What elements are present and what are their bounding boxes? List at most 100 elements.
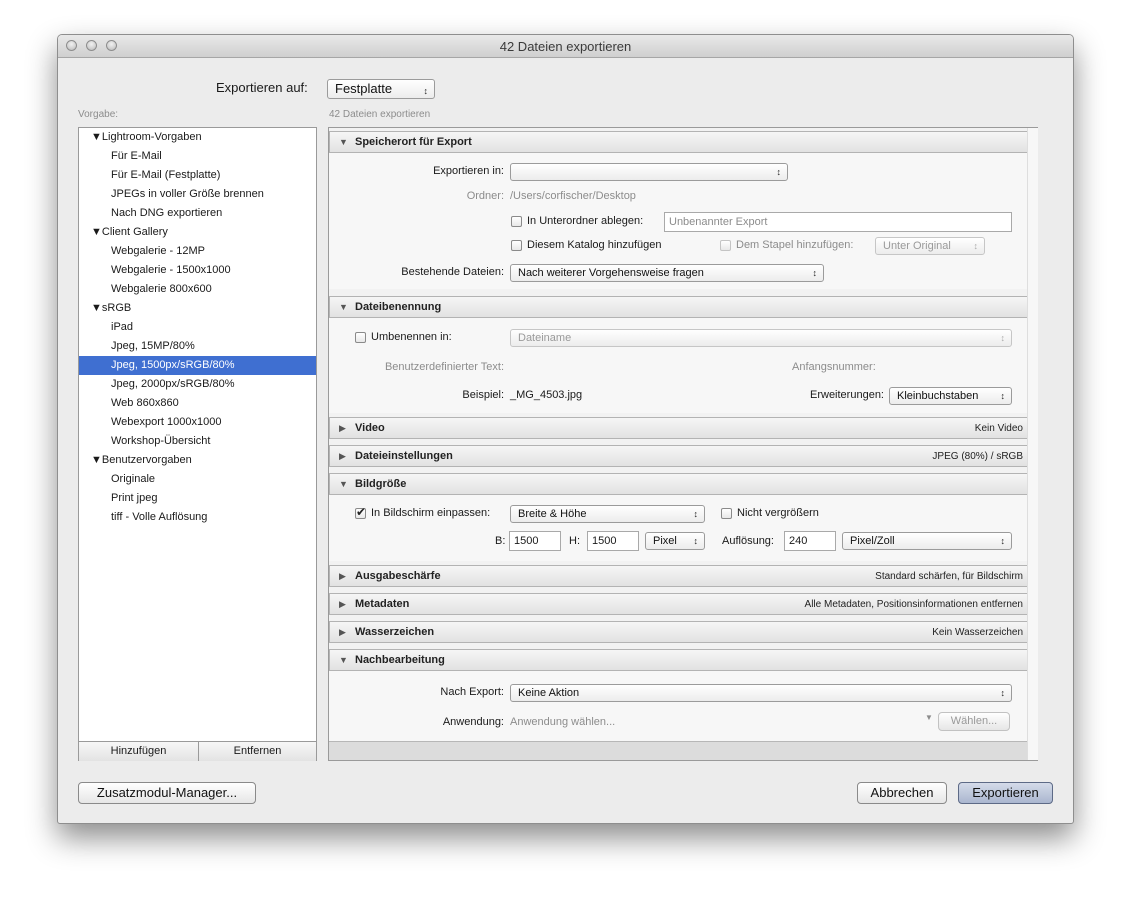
height-field[interactable]: 1500 bbox=[587, 531, 639, 551]
scrollbar-track[interactable] bbox=[1027, 128, 1038, 760]
section-header-post-processing[interactable]: ▼ Nachbearbeitung bbox=[329, 649, 1035, 671]
existing-files-select[interactable]: Nach weiterer Vorgehensweise fragen ↕ bbox=[510, 264, 824, 282]
section-header-video[interactable]: ▶ Video Kein Video bbox=[329, 417, 1035, 439]
disclosure-collapsed-icon: ▶ bbox=[339, 451, 346, 461]
preset-item[interactable]: Nach DNG exportieren bbox=[79, 204, 316, 223]
preset-item[interactable]: Workshop-Übersicht bbox=[79, 432, 316, 451]
folder-path: /Users/corfischer/Desktop bbox=[510, 190, 636, 202]
existing-files-value: Nach weiterer Vorgehensweise fragen bbox=[518, 267, 704, 279]
section-header-file-settings[interactable]: ▶ Dateieinstellungen JPEG (80%) / sRGB bbox=[329, 445, 1035, 467]
section-body-post-processing: Nach Export: Keine Aktion ↕ Anwendung: An… bbox=[329, 671, 1035, 741]
title-bar: 42 Dateien exportieren bbox=[58, 35, 1073, 58]
extensions-value: Kleinbuchstaben bbox=[897, 390, 979, 402]
preset-item[interactable]: Webgalerie - 12MP bbox=[79, 242, 316, 261]
section-summary: Kein Video bbox=[974, 423, 1023, 434]
section-header-metadata[interactable]: ▶ Metadaten Alle Metadaten, Positionsinf… bbox=[329, 593, 1035, 615]
section-summary: Kein Wasserzeichen bbox=[932, 627, 1023, 638]
window-title: 42 Dateien exportieren bbox=[499, 39, 632, 54]
preset-item[interactable]: Jpeg, 15MP/80% bbox=[79, 337, 316, 356]
disclosure-collapsed-icon: ▶ bbox=[339, 599, 346, 609]
after-export-select[interactable]: Keine Aktion ↕ bbox=[510, 684, 1012, 702]
add-to-catalog-label: Diesem Katalog hinzufügen bbox=[527, 239, 662, 251]
disclosure-expanded-icon: ▼ bbox=[339, 137, 348, 147]
no-enlarge-checkbox[interactable] bbox=[721, 508, 732, 519]
preset-item[interactable]: Jpeg, 2000px/sRGB/80% bbox=[79, 375, 316, 394]
preset-folder-srgb[interactable]: ▼sRGB bbox=[79, 299, 316, 318]
panel-label: 42 Dateien exportieren bbox=[329, 109, 431, 120]
preset-folder-client-gallery[interactable]: ▼Client Gallery bbox=[79, 223, 316, 242]
application-label: Anwendung: bbox=[442, 716, 504, 728]
width-label: B: bbox=[495, 535, 506, 547]
updown-icon: ↕ bbox=[423, 86, 429, 96]
size-unit-select[interactable]: Pixel ↕ bbox=[645, 532, 705, 550]
fit-mode-select[interactable]: Breite & Höhe ↕ bbox=[510, 505, 705, 523]
section-summary: JPEG (80%) / sRGB bbox=[932, 451, 1023, 462]
example-label: Beispiel: bbox=[462, 389, 504, 401]
section-body-image-size: ✔ In Bildschirm einpassen: Breite & Höhe… bbox=[329, 495, 1035, 561]
section-title: Video bbox=[355, 422, 385, 434]
disclosure-collapsed-icon: ▶ bbox=[339, 423, 346, 433]
preset-folder-user[interactable]: ▼Benutzervorgaben bbox=[79, 451, 316, 470]
preset-item[interactable]: Print jpeg bbox=[79, 489, 316, 508]
disclosure-expanded-icon: ▼ bbox=[339, 479, 348, 489]
subfolder-checkbox[interactable] bbox=[511, 216, 522, 227]
stack-position-select[interactable]: Unter Original ↕ bbox=[875, 237, 985, 255]
section-header-image-size[interactable]: ▼ Bildgröße bbox=[329, 473, 1035, 495]
section-header-watermark[interactable]: ▶ Wasserzeichen Kein Wasserzeichen bbox=[329, 621, 1035, 643]
export-button[interactable]: Exportieren bbox=[958, 782, 1053, 804]
cancel-button[interactable]: Abbrechen bbox=[857, 782, 947, 804]
resolution-unit-select[interactable]: Pixel/Zoll ↕ bbox=[842, 532, 1012, 550]
export-to-label: Exportieren auf: bbox=[216, 80, 308, 95]
preset-item[interactable]: Für E-Mail bbox=[79, 147, 316, 166]
extensions-select[interactable]: Kleinbuchstaben ↕ bbox=[889, 387, 1012, 405]
section-summary: Alle Metadaten, Positionsinformationen e… bbox=[804, 599, 1023, 610]
updown-icon: ↕ bbox=[693, 536, 699, 546]
export-dialog: 42 Dateien exportieren Exportieren auf: … bbox=[57, 34, 1074, 824]
plugin-manager-button[interactable]: Zusatzmodul-Manager... bbox=[78, 782, 256, 804]
dropdown-arrow-icon[interactable]: ▼ bbox=[925, 713, 933, 722]
presets-label: Vorgabe: bbox=[78, 109, 119, 120]
add-to-stack-checkbox[interactable] bbox=[720, 240, 731, 251]
section-header-location[interactable]: ▼ Speicherort für Export bbox=[329, 131, 1035, 153]
panel-bottom-strip bbox=[329, 741, 1035, 760]
checkmark-icon: ✔ bbox=[356, 505, 367, 519]
add-preset-button[interactable]: Hinzufügen bbox=[79, 742, 199, 761]
resolution-field[interactable]: 240 bbox=[784, 531, 836, 551]
export-to-value: Festplatte bbox=[335, 81, 393, 96]
section-body-naming: Umbenennen in: Dateiname ↕ Benutzerdefini… bbox=[329, 318, 1035, 413]
preset-item[interactable]: Webgalerie - 1500x1000 bbox=[79, 261, 316, 280]
preset-item[interactable]: Originale bbox=[79, 470, 316, 489]
preset-item[interactable]: iPad bbox=[79, 318, 316, 337]
start-number-label: Anfangsnummer: bbox=[792, 361, 876, 373]
preset-item[interactable]: Web 860x860 bbox=[79, 394, 316, 413]
updown-icon: ↕ bbox=[776, 167, 782, 177]
choose-application-button[interactable]: Wählen... bbox=[938, 712, 1010, 731]
preset-folder-lightroom[interactable]: ▼Lightroom-Vorgaben bbox=[79, 128, 316, 147]
preset-item[interactable]: Für E-Mail (Festplatte) bbox=[79, 166, 316, 185]
height-label: H: bbox=[569, 535, 580, 547]
section-header-sharpening[interactable]: ▶ Ausgabeschärfe Standard schärfen, für … bbox=[329, 565, 1035, 587]
export-to-select[interactable]: Festplatte ↕ bbox=[327, 79, 435, 99]
section-header-naming[interactable]: ▼ Dateibenennung bbox=[329, 296, 1035, 318]
export-in-select[interactable]: ↕ bbox=[510, 163, 788, 181]
preset-item[interactable]: Webgalerie 800x600 bbox=[79, 280, 316, 299]
fit-screen-checkbox[interactable]: ✔ bbox=[355, 505, 367, 519]
application-field[interactable]: Anwendung wählen... bbox=[510, 716, 615, 728]
section-summary: Standard schärfen, für Bildschirm bbox=[875, 571, 1023, 582]
rename-checkbox[interactable] bbox=[355, 332, 366, 343]
fit-mode-value: Breite & Höhe bbox=[518, 508, 587, 520]
rename-label: Umbenennen in: bbox=[371, 331, 452, 343]
preset-item[interactable]: Webexport 1000x1000 bbox=[79, 413, 316, 432]
width-field[interactable]: 1500 bbox=[509, 531, 561, 551]
updown-icon: ↕ bbox=[812, 268, 818, 278]
remove-preset-button[interactable]: Entfernen bbox=[199, 742, 316, 761]
add-to-catalog-checkbox[interactable] bbox=[511, 240, 522, 251]
preset-item-selected[interactable]: Jpeg, 1500px/sRGB/80% bbox=[79, 356, 316, 375]
add-to-stack-label: Dem Stapel hinzufügen: bbox=[736, 239, 854, 251]
subfolder-name-field[interactable]: Unbenannter Export bbox=[664, 212, 1012, 232]
rename-template-select[interactable]: Dateiname ↕ bbox=[510, 329, 1012, 347]
disclosure-collapsed-icon: ▶ bbox=[339, 571, 346, 581]
preset-item[interactable]: tiff - Volle Auflösung bbox=[79, 508, 316, 527]
preset-item[interactable]: JPEGs in voller Größe brennen bbox=[79, 185, 316, 204]
updown-icon: ↕ bbox=[1000, 536, 1006, 546]
